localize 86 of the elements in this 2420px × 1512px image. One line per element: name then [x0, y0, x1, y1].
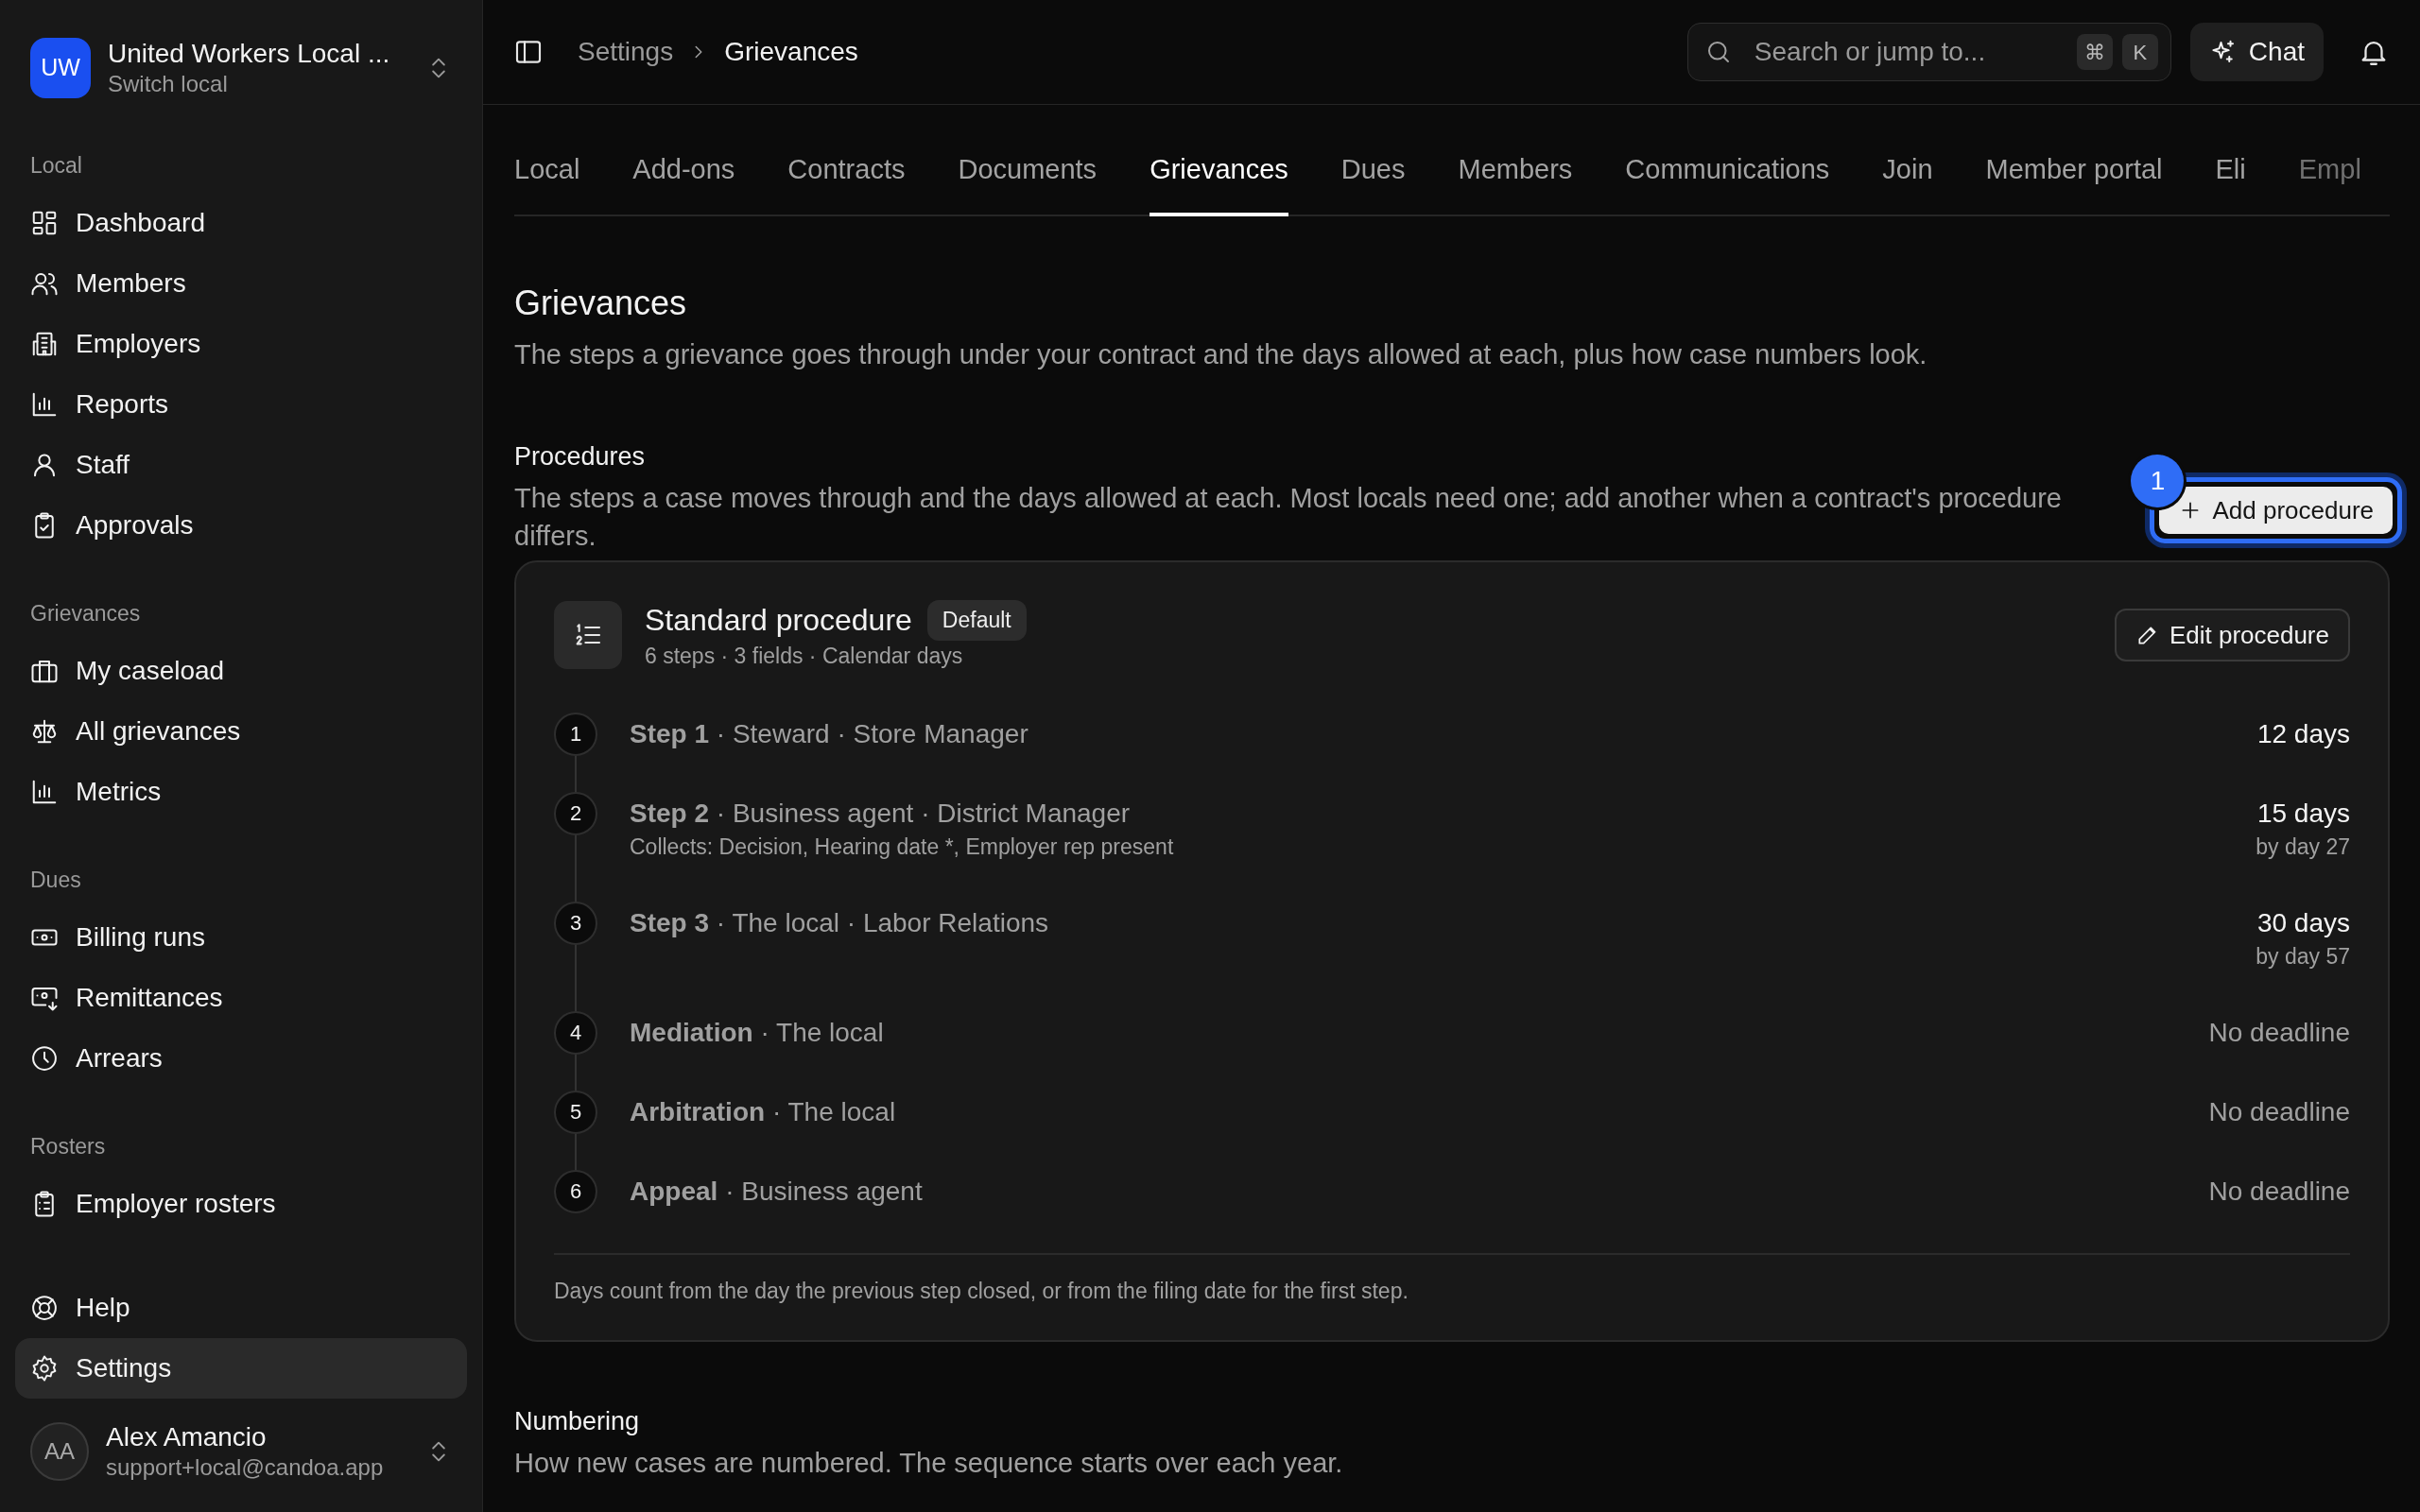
nav-item[interactable]: Metrics [15, 762, 467, 822]
nav-item[interactable]: Employer rosters [15, 1174, 467, 1234]
shortcut-key: ⌘ [2076, 34, 2113, 70]
nav-item[interactable]: Approvals [15, 495, 467, 556]
step-deadline: No deadline [2208, 1016, 2350, 1049]
nav-item[interactable]: Dashboard [15, 193, 467, 253]
user-avatar: AA [30, 1422, 89, 1481]
section-title: Procedures [514, 441, 647, 472]
step-deadline: 30 days [2256, 906, 2350, 939]
step-deadline: 15 days [2256, 797, 2350, 830]
switch-label: Switch local [108, 70, 229, 98]
tab[interactable]: Local [514, 147, 580, 216]
tab[interactable]: Grievances [1150, 147, 1288, 216]
default-tag: Default [926, 600, 1027, 641]
section-label: Dues [29, 867, 82, 894]
step-title: Appeal · Business agent [630, 1175, 924, 1208]
settings-icon [30, 1354, 59, 1383]
tab[interactable]: Contracts [787, 147, 906, 216]
tab[interactable]: Members [1458, 147, 1573, 216]
user-email: support+local@candoa.app [106, 1453, 384, 1482]
step-number: 2 [554, 791, 597, 835]
section-description: How new cases are numbered. The sequence starts over each year. [514, 1446, 1344, 1480]
step-fields: Collects: Decision, Hearing date *, Employer rep present [630, 831, 2224, 862]
procedure-title: Standard procedure [645, 602, 912, 640]
step-title: Arbitration · The local [630, 1095, 897, 1128]
breadcrumb-item: Grievances [724, 36, 858, 68]
dashboard-icon [30, 209, 59, 237]
org-name: United Workers Local ... [108, 38, 390, 70]
nav-item[interactable]: Billing runs [15, 907, 467, 968]
tab[interactable]: Member portal [1985, 147, 2163, 216]
lifebuoy-icon [30, 1294, 59, 1322]
page-title: Grievances [514, 283, 688, 324]
step-number: 3 [554, 901, 597, 945]
step-badge: 1 [2131, 455, 2185, 507]
building-icon [30, 330, 59, 358]
tab[interactable]: Documents [958, 147, 1098, 216]
section-label: Local [29, 152, 83, 180]
step-title: Step 2 · Business agent · District Manager [630, 797, 1132, 830]
tab[interactable]: Add-ons [632, 147, 735, 216]
section-title: Numbering [514, 1405, 641, 1437]
step-deadline: No deadline [2208, 1095, 2350, 1128]
nav-item[interactable]: My caseload [15, 641, 467, 701]
nav-item[interactable]: Settings [15, 1338, 467, 1399]
deadline-day: by day 57 [2256, 940, 2350, 971]
edit-procedure-button[interactable]: Edit procedure [2114, 609, 2350, 662]
page-description: The steps a grievance goes through under your contract and the days allowed at each, plus how case numbers look. [514, 338, 1928, 371]
nav-item[interactable]: Members [15, 253, 467, 314]
section-label: Grievances [29, 600, 142, 627]
chat-button[interactable]: Chat [2189, 23, 2324, 81]
nav-item[interactable]: Arrears [15, 1028, 467, 1089]
user-name: Alex Amancio [106, 1421, 268, 1453]
procedure-meta: 6 steps · 3 fields · Calendar days [645, 642, 964, 670]
nav-item[interactable]: Reports [15, 374, 467, 435]
deadline-day: by day 27 [2256, 831, 2350, 862]
breadcrumb-item[interactable]: Settings [578, 32, 674, 72]
clock-icon [30, 1044, 59, 1073]
tab[interactable]: Join [1882, 147, 1933, 216]
nav-item[interactable]: Remittances [15, 968, 467, 1028]
nav-item[interactable]: Help [15, 1278, 467, 1338]
tab[interactable]: Communications [1625, 147, 1830, 216]
section-description: The steps a case moves through and the days allowed at each. Most locals need one; add another when a contract's procedure differs. [514, 482, 2063, 553]
card-footnote: Days count from the day the previous step closed, or from the filing date for the first step. [554, 1252, 2350, 1306]
step-number: 1 [554, 712, 597, 756]
tab[interactable]: Eli [2215, 147, 2246, 216]
bar-chart-icon [30, 390, 59, 419]
section-label: Rosters [29, 1133, 107, 1160]
user-menu[interactable]: AA Alex Amancio support+local@candoa.app [15, 1406, 467, 1497]
nav-item[interactable]: Staff [15, 435, 467, 495]
shortcut-key: K [2121, 34, 2158, 70]
tab[interactable]: Dues [1340, 147, 1406, 216]
step-number: 5 [554, 1090, 597, 1134]
scale-icon [30, 717, 59, 746]
step-title: Step 3 · The local · Labor Relations [630, 906, 1050, 939]
org-avatar: UW [30, 38, 91, 98]
step-title: Step 1 · Steward · Store Manager [630, 717, 1029, 750]
nav-item[interactable]: Employers [15, 314, 467, 374]
step-deadline: No deadline [2208, 1175, 2350, 1208]
step-deadline: 12 days [2256, 717, 2350, 750]
list-icon [554, 601, 622, 670]
step-number: 6 [554, 1169, 597, 1213]
org-switcher[interactable]: UW United Workers Local ... Switch local [15, 0, 467, 108]
bar-chart-icon [30, 778, 59, 806]
step-number: 4 [554, 1010, 597, 1055]
nav-item[interactable]: All grievances [15, 701, 467, 762]
step-title: Mediation · The local [630, 1016, 885, 1049]
tab[interactable]: Empl [2298, 147, 2361, 216]
